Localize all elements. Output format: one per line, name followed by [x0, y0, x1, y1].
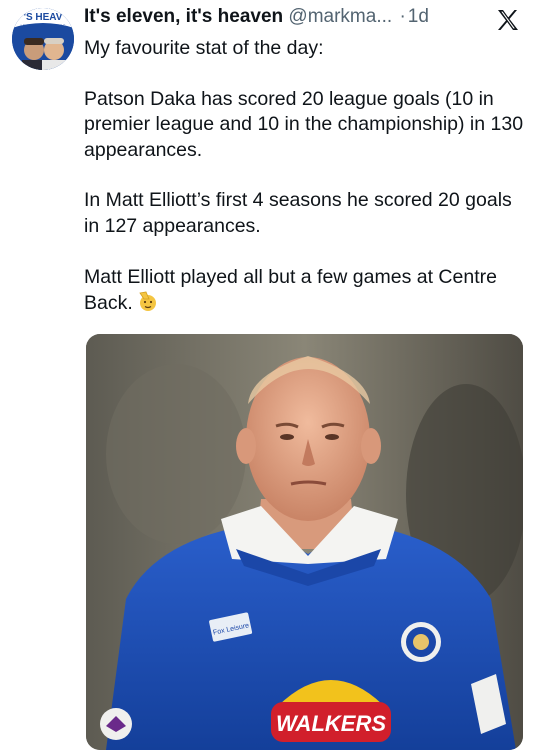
salute-face-emoji — [137, 290, 159, 320]
avatar-text: 'S HEAV — [24, 12, 63, 23]
tweet-media-photo[interactable]: Fox Leisure WALKERS — [86, 334, 523, 750]
tweet-paragraph-last: Matt Elliott played all but a few games … — [84, 265, 530, 320]
author-handle[interactable]: @markma... — [288, 6, 392, 27]
tweet-timestamp[interactable]: 1d — [408, 6, 429, 27]
author-display-name[interactable]: It's eleven, it's heaven — [84, 6, 283, 27]
tweet-paragraph: My favourite stat of the day: — [84, 37, 324, 59]
tweet-header: It's eleven, it's heaven @markma... · 1d — [84, 6, 476, 28]
avatar-subtext: LEICESTER CITY PODC — [20, 23, 65, 28]
player-photo: Fox Leisure WALKERS — [86, 334, 523, 750]
tweet-body: My favourite stat of the day: Patson Dak… — [84, 36, 530, 320]
x-logo-icon — [496, 8, 520, 32]
author-avatar[interactable]: 'S HEAV LEICESTER CITY PODC — [12, 8, 74, 70]
tweet-paragraph: Patson Daka has scored 20 league goals (… — [84, 87, 524, 161]
header-separator: · — [399, 6, 406, 27]
avatar-image: 'S HEAV LEICESTER CITY PODC — [12, 8, 74, 70]
shirt-sponsor-text: WALKERS — [276, 711, 386, 736]
tweet-paragraph: In Matt Elliott’s first 4 seasons he sco… — [84, 189, 512, 237]
